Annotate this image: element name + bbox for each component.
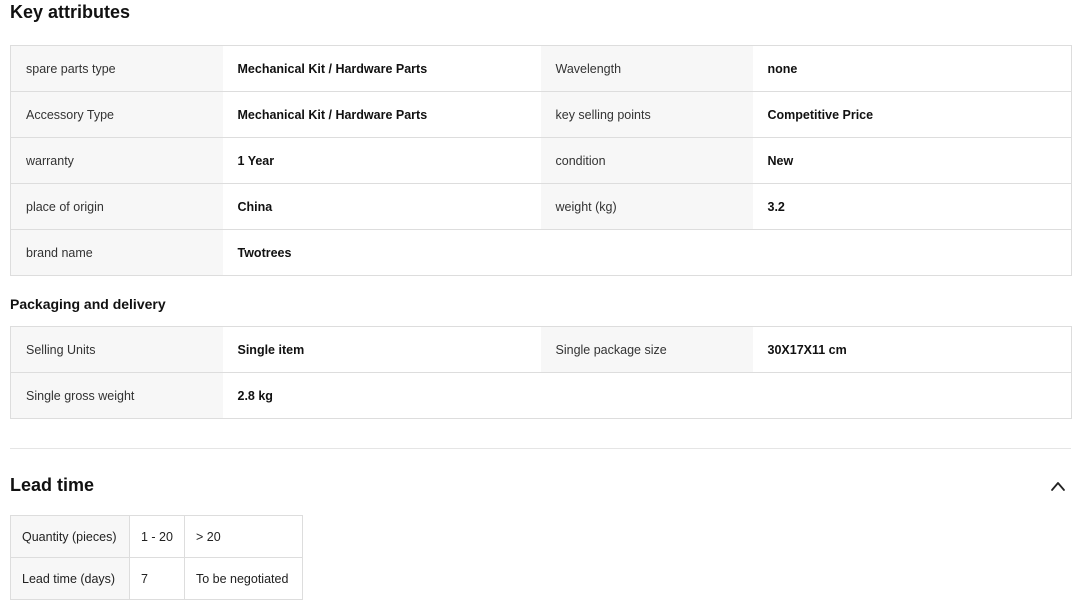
attribute-value: 30X17X11 cm xyxy=(752,326,1072,373)
attribute-value: Mechanical Kit / Hardware Parts xyxy=(222,91,541,138)
attribute-value: 2.8 kg xyxy=(222,372,541,419)
attribute-value: Single item xyxy=(222,326,541,373)
attribute-value: Twotrees xyxy=(222,229,541,276)
lead-time-value: 7 xyxy=(129,557,185,600)
packaging-table: Selling Units Single item Single package… xyxy=(10,326,1072,419)
table-row: brand name Twotrees xyxy=(10,229,1072,276)
attribute-key: Single package size xyxy=(540,326,753,373)
quantity-label: Quantity (pieces) xyxy=(10,515,130,558)
attribute-key: brand name xyxy=(10,229,223,276)
attribute-value: Competitive Price xyxy=(752,91,1072,138)
chevron-up-icon[interactable] xyxy=(1050,480,1066,492)
section-divider xyxy=(10,448,1071,449)
empty-cell xyxy=(540,372,1072,419)
quantity-range: > 20 xyxy=(183,515,303,558)
table-row: place of origin China weight (kg) 3.2 xyxy=(10,183,1072,230)
attribute-key: place of origin xyxy=(10,183,223,230)
packaging-title: Packaging and delivery xyxy=(10,296,166,312)
key-attributes-title: Key attributes xyxy=(10,2,131,22)
attribute-key: Single gross weight xyxy=(10,372,223,419)
attribute-value: none xyxy=(752,45,1072,92)
lead-time-title: Lead time xyxy=(10,475,95,495)
key-attributes-table: spare parts type Mechanical Kit / Hardwa… xyxy=(10,45,1072,276)
table-row: spare parts type Mechanical Kit / Hardwa… xyxy=(10,45,1072,92)
attribute-key: warranty xyxy=(10,137,223,184)
attribute-key: key selling points xyxy=(540,91,753,138)
table-row: Selling Units Single item Single package… xyxy=(10,326,1072,373)
lead-time-value: To be negotiated xyxy=(183,557,303,600)
table-row: Lead time (days) 7 To be negotiated xyxy=(10,557,303,600)
attribute-value: 1 Year xyxy=(222,137,541,184)
attribute-key: Selling Units xyxy=(10,326,223,373)
attribute-key: Wavelength xyxy=(540,45,753,92)
empty-cell xyxy=(540,229,1072,276)
attribute-key: condition xyxy=(540,137,753,184)
table-row: warranty 1 Year condition New xyxy=(10,137,1072,184)
attribute-key: spare parts type xyxy=(10,45,223,92)
attribute-value: 3.2 xyxy=(752,183,1072,230)
table-row: Accessory Type Mechanical Kit / Hardware… xyxy=(10,91,1072,138)
quantity-range: 1 - 20 xyxy=(129,515,185,558)
table-row: Quantity (pieces) 1 - 20 > 20 xyxy=(10,515,303,558)
attribute-value: New xyxy=(752,137,1072,184)
attribute-key: Accessory Type xyxy=(10,91,223,138)
attribute-value: Mechanical Kit / Hardware Parts xyxy=(222,45,541,92)
table-row: Single gross weight 2.8 kg xyxy=(10,372,1072,419)
attribute-key: weight (kg) xyxy=(540,183,753,230)
product-details-page: Key attributes spare parts type Mechanic… xyxy=(0,0,1080,614)
attribute-value: China xyxy=(222,183,541,230)
lead-time-table: Quantity (pieces) 1 - 20 > 20 Lead time … xyxy=(10,515,303,600)
lead-time-label: Lead time (days) xyxy=(10,557,130,600)
